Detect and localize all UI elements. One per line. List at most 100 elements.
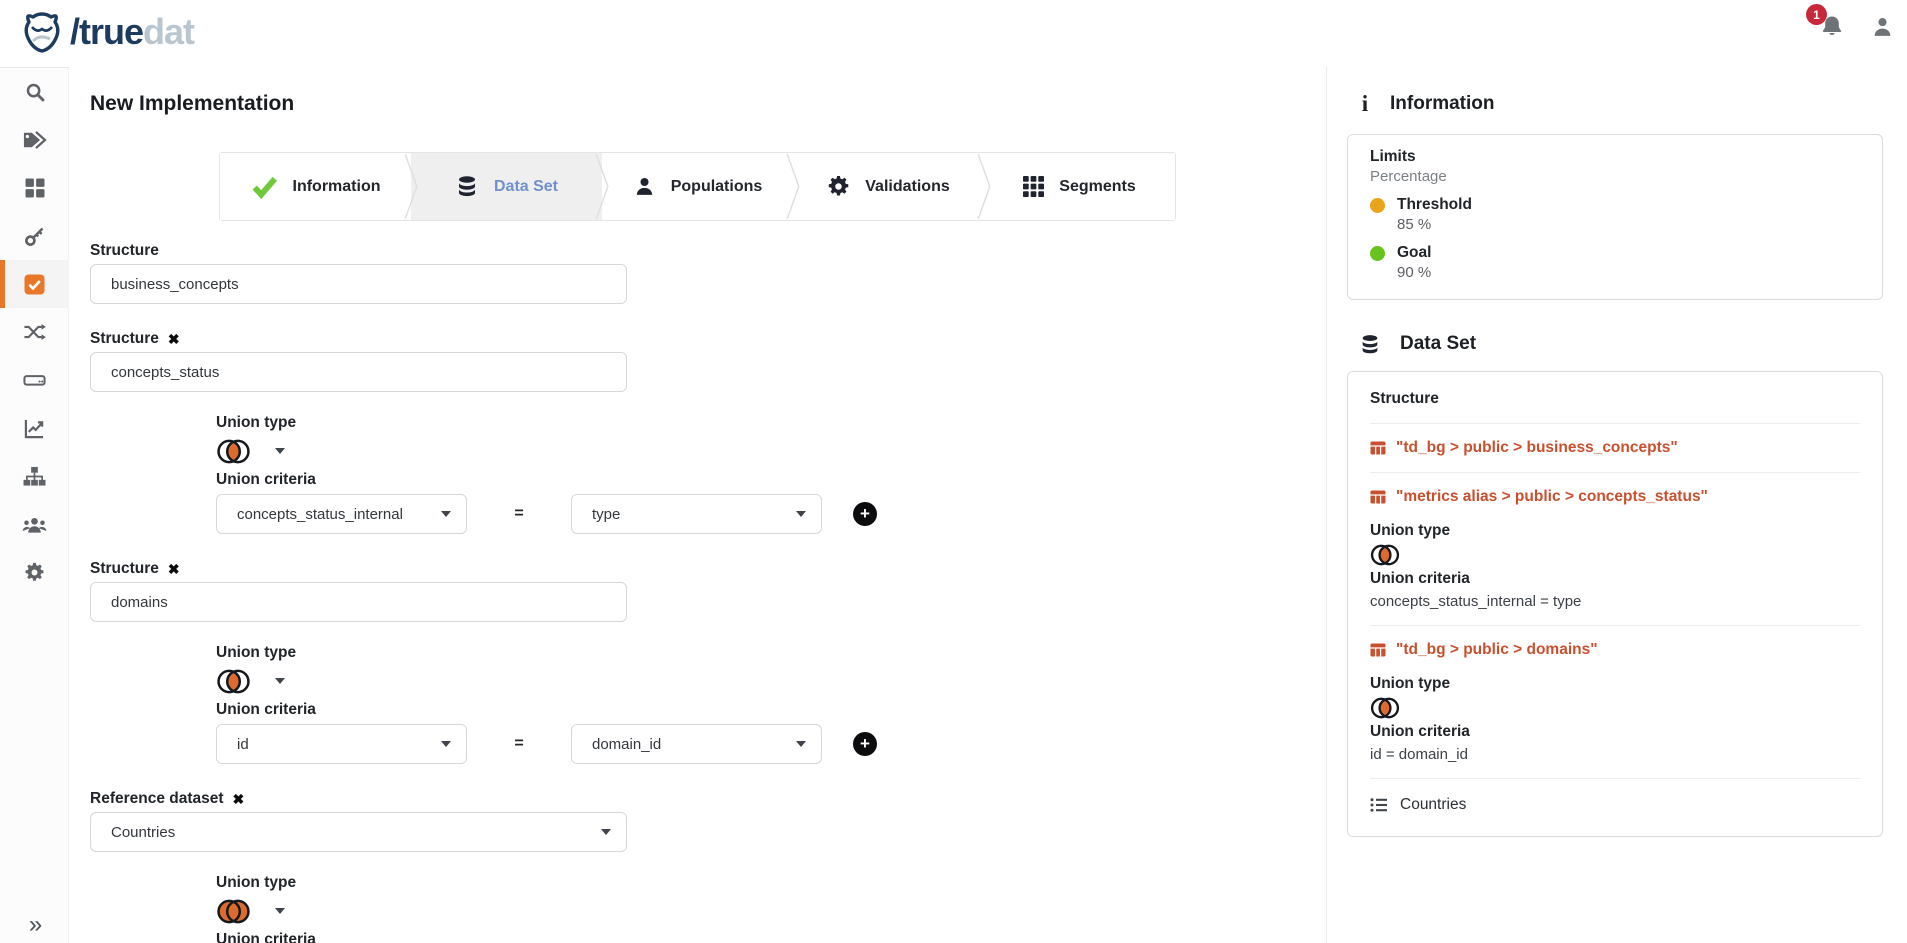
chevron-down-icon[interactable] bbox=[275, 448, 285, 454]
goal-value: 90 % bbox=[1397, 264, 1860, 281]
limits-subtitle: Percentage bbox=[1370, 168, 1860, 185]
lineage-icon bbox=[23, 466, 46, 487]
structure-link[interactable]: "metrics alias > public > concepts_statu… bbox=[1370, 488, 1860, 506]
divider bbox=[1370, 625, 1860, 626]
field-label-structure: Structure ✖ bbox=[90, 330, 1326, 348]
app-header: /truedat 1 bbox=[0, 0, 1907, 67]
union-criteria-value: id = domain_id bbox=[1370, 746, 1860, 763]
list-icon bbox=[1370, 797, 1388, 813]
info-icon: i bbox=[1359, 91, 1371, 117]
grid-icon bbox=[25, 178, 45, 198]
tab-segments[interactable]: Segments bbox=[984, 153, 1175, 220]
sidebar-item-connectors[interactable] bbox=[0, 308, 69, 356]
reference-dataset-select[interactable]: Countries bbox=[90, 812, 627, 852]
chart-icon bbox=[24, 418, 45, 439]
union-left-select[interactable]: concepts_status_internal bbox=[216, 494, 467, 534]
sidebar-item-search[interactable] bbox=[0, 68, 69, 116]
tab-populations[interactable]: Populations bbox=[602, 153, 793, 220]
user-menu-button[interactable] bbox=[1870, 15, 1895, 44]
tab-label: Segments bbox=[1059, 178, 1135, 196]
union-intersect-icon bbox=[1370, 543, 1400, 567]
notification-badge: 1 bbox=[1806, 4, 1827, 25]
union-block: Union type Union criteria id = domai bbox=[216, 644, 1326, 764]
structure-link[interactable]: "td_bg > public > domains" bbox=[1370, 641, 1860, 659]
sidebar-item-quality-rules[interactable] bbox=[0, 260, 69, 308]
union-right-select[interactable]: domain_id bbox=[571, 724, 822, 764]
equals-operator: = bbox=[467, 505, 571, 523]
sidebar-item-settings[interactable] bbox=[0, 548, 69, 596]
information-section-header: i Information bbox=[1359, 91, 1907, 117]
structure-link-text: "metrics alias > public > concepts_statu… bbox=[1396, 488, 1708, 506]
union-right-select[interactable]: type bbox=[571, 494, 822, 534]
implementation-stepper: Information Data Set Populations bbox=[219, 152, 1176, 221]
union-intersect-icon[interactable] bbox=[216, 438, 251, 465]
database-icon bbox=[455, 175, 479, 198]
field-label-text: Reference dataset bbox=[90, 790, 224, 808]
sidebar-item-permissions[interactable] bbox=[0, 212, 69, 260]
tab-information[interactable]: Information bbox=[220, 153, 411, 220]
goal-dot bbox=[1370, 246, 1385, 261]
tab-data-set[interactable]: Data Set bbox=[411, 153, 602, 220]
sidebar-item-dashboard[interactable] bbox=[0, 164, 69, 212]
remove-structure-icon[interactable]: ✖ bbox=[168, 562, 180, 576]
structure-input[interactable] bbox=[90, 352, 627, 392]
sidebar-item-lineage[interactable] bbox=[0, 452, 69, 500]
union-type-label: Union type bbox=[1370, 522, 1860, 540]
add-criteria-button[interactable]: + bbox=[853, 732, 877, 756]
sidebar-item-tags[interactable] bbox=[0, 116, 69, 164]
summary-panel: i Information Limits Percentage Threshol… bbox=[1326, 67, 1907, 943]
field-label-text: Structure bbox=[90, 330, 159, 348]
table-icon bbox=[1370, 441, 1386, 455]
structure-input[interactable] bbox=[90, 582, 627, 622]
union-criteria-label: Union criteria bbox=[216, 701, 1326, 719]
field-label-structure: Structure ✖ bbox=[90, 560, 1326, 578]
sidebar-item-analytics[interactable] bbox=[0, 404, 69, 452]
remove-reference-dataset-icon[interactable]: ✖ bbox=[233, 792, 245, 806]
notifications-button[interactable]: 1 bbox=[1819, 14, 1845, 43]
left-sidebar: » bbox=[0, 67, 69, 943]
check-icon bbox=[251, 175, 278, 199]
chevron-down-icon[interactable] bbox=[275, 908, 285, 914]
sidebar-item-storage[interactable] bbox=[0, 356, 69, 404]
key-icon bbox=[24, 226, 45, 247]
tab-label: Information bbox=[293, 178, 381, 196]
union-type-label: Union type bbox=[216, 644, 1326, 662]
field-label-structure: Structure bbox=[90, 242, 1326, 260]
union-criteria-value: concepts_status_internal = type bbox=[1370, 593, 1860, 610]
grid-3x3-icon bbox=[1023, 176, 1044, 197]
brand-text: /truedat bbox=[70, 14, 194, 50]
field-label-text: Structure bbox=[90, 560, 159, 578]
dataset-section-header: Data Set bbox=[1359, 333, 1907, 355]
information-section-title: Information bbox=[1390, 93, 1495, 115]
dataset-summary-card: Structure "td_bg > public > business_con… bbox=[1347, 371, 1883, 837]
sidebar-item-groups[interactable] bbox=[0, 500, 69, 548]
rules-check-icon bbox=[24, 274, 45, 295]
tab-label: Validations bbox=[865, 178, 949, 196]
structure-input[interactable] bbox=[90, 264, 627, 304]
structure-link[interactable]: "td_bg > public > business_concepts" bbox=[1370, 439, 1860, 457]
union-full-icon[interactable] bbox=[216, 898, 251, 925]
field-label-text: Structure bbox=[90, 242, 159, 260]
threshold-dot bbox=[1370, 198, 1385, 213]
brand-logo[interactable]: /truedat bbox=[20, 10, 194, 54]
tab-validations[interactable]: Validations bbox=[793, 153, 984, 220]
threshold-label: Threshold bbox=[1397, 196, 1472, 214]
divider bbox=[1370, 472, 1860, 473]
dataset-form: Structure Structure ✖ Union type Union c… bbox=[69, 242, 1326, 943]
user-icon bbox=[633, 175, 656, 198]
union-block: Union type Union criteria concepts_statu… bbox=[216, 414, 1326, 534]
union-intersect-icon[interactable] bbox=[216, 668, 251, 695]
add-criteria-button[interactable]: + bbox=[853, 502, 877, 526]
threshold-value: 85 % bbox=[1397, 216, 1860, 233]
union-block: Union type Union criteria bbox=[216, 874, 1326, 943]
divider bbox=[1370, 423, 1860, 424]
structure-heading: Structure bbox=[1370, 390, 1860, 408]
union-left-select[interactable]: id bbox=[216, 724, 467, 764]
goal-label: Goal bbox=[1397, 244, 1431, 262]
remove-structure-icon[interactable]: ✖ bbox=[168, 332, 180, 346]
sidebar-expand-button[interactable]: » bbox=[0, 911, 69, 939]
dataset-section-title: Data Set bbox=[1400, 333, 1476, 355]
shuffle-icon bbox=[23, 322, 46, 342]
union-criteria-label: Union criteria bbox=[1370, 723, 1860, 741]
chevron-down-icon[interactable] bbox=[275, 678, 285, 684]
